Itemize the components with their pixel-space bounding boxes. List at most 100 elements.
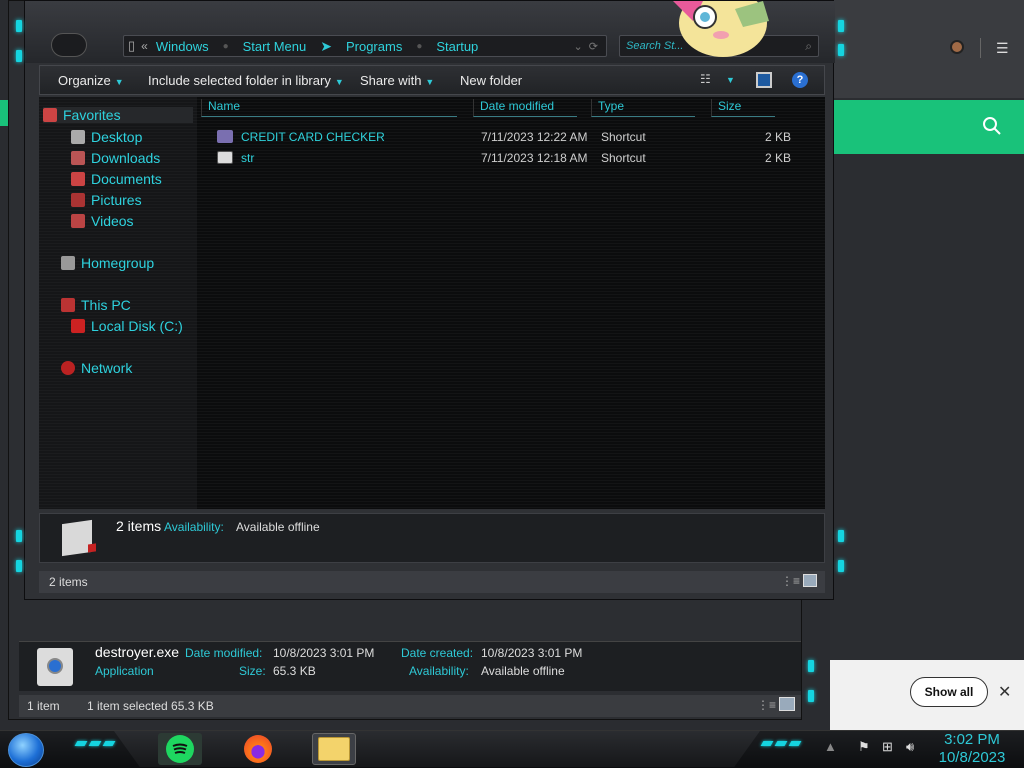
- details-view-icon[interactable]: ⋮≡: [757, 698, 776, 712]
- taskbar-lights: [760, 741, 802, 746]
- taskbar-band: [114, 731, 760, 767]
- application-file-icon: [37, 648, 73, 686]
- large-icons-view-icon[interactable]: [779, 697, 795, 711]
- details-pane: 2 items Availability: Available offline: [39, 513, 825, 563]
- preview-pane-icon[interactable]: [756, 72, 772, 88]
- breadcrumb-programs[interactable]: Programs: [346, 39, 402, 54]
- frame-light: [808, 690, 814, 702]
- network-icon[interactable]: ⊞: [882, 739, 893, 755]
- show-hidden-icons-icon[interactable]: ▲: [824, 739, 837, 754]
- status-item-count: 1 item: [27, 699, 60, 713]
- nav-homegroup[interactable]: Homegroup: [61, 255, 154, 271]
- frame-light: [16, 20, 22, 32]
- volume-icon[interactable]: 🔊︎: [906, 739, 914, 755]
- nav-pictures[interactable]: Pictures: [71, 192, 142, 208]
- organize-button[interactable]: Organize ▼: [58, 73, 124, 88]
- frame-light: [838, 20, 844, 32]
- documents-icon: [71, 172, 85, 186]
- navigation-pane: Favorites Desktop Downloads Documents Pi…: [39, 97, 197, 509]
- file-date: 7/11/2023 12:22 AM: [481, 130, 588, 144]
- status-bar: 2 items ⋮≡: [39, 571, 825, 593]
- explorer-content: Favorites Desktop Downloads Documents Pi…: [39, 97, 825, 509]
- system-clock[interactable]: 3:02 PM 10/8/2023: [930, 731, 1014, 767]
- help-icon[interactable]: ?: [792, 72, 808, 88]
- explorer-window: ▯ « Windows ● Start Menu ➤ Programs ● St…: [24, 0, 835, 600]
- nav-downloads[interactable]: Downloads: [71, 150, 160, 166]
- nav-videos[interactable]: Videos: [71, 213, 134, 229]
- column-name[interactable]: Name: [201, 99, 457, 117]
- file-type: Shortcut: [601, 130, 646, 144]
- folder-icon: [318, 737, 350, 761]
- column-size[interactable]: Size: [711, 99, 775, 117]
- large-icons-view-icon[interactable]: [803, 574, 817, 587]
- file-size: 2 KB: [765, 151, 792, 165]
- frame-light: [838, 44, 844, 56]
- size-value: 65.3 KB: [273, 664, 316, 678]
- file-name: str: [241, 151, 255, 165]
- frame-light: [838, 560, 844, 572]
- nav-documents[interactable]: Documents: [71, 171, 162, 187]
- column-type[interactable]: Type: [591, 99, 695, 117]
- clock-time: 3:02 PM: [944, 731, 1000, 748]
- date-modified-value: 10/8/2023 3:01 PM: [273, 646, 375, 660]
- browser-toolbar: [830, 0, 1024, 98]
- profile-avatar[interactable]: [950, 40, 964, 54]
- spotify-taskbar-button[interactable]: [158, 733, 202, 765]
- close-download-bar-icon[interactable]: ✕: [998, 682, 1011, 702]
- spotify-icon: [166, 735, 194, 763]
- new-folder-button[interactable]: New folder: [460, 73, 522, 88]
- network-icon: [61, 361, 75, 375]
- file-row[interactable]: CREDIT CARD CHECKER 7/11/2023 12:22 AM S…: [201, 127, 825, 147]
- availability-label: Availability:: [409, 664, 469, 678]
- view-dropdown-icon[interactable]: ▼: [726, 75, 742, 91]
- nav-this-pc[interactable]: This PC: [61, 297, 131, 313]
- character-sticker-image: [673, 1, 769, 57]
- availability-value: Available offline: [481, 664, 565, 678]
- menu-icon[interactable]: ☰: [996, 40, 1009, 57]
- column-date-modified[interactable]: Date modified: [473, 99, 577, 117]
- search-icon[interactable]: [982, 116, 1004, 138]
- toolbar-divider: [980, 38, 981, 58]
- show-all-button[interactable]: Show all: [910, 677, 988, 707]
- share-with-button[interactable]: Share with ▼: [360, 73, 434, 88]
- drive-icon: [71, 319, 85, 333]
- date-created-value: 10/8/2023 3:01 PM: [481, 646, 583, 660]
- folder-preview-icon: [62, 519, 96, 557]
- nav-desktop[interactable]: Desktop: [71, 129, 142, 145]
- back-forward-icon[interactable]: [51, 33, 87, 57]
- file-name: CREDIT CARD CHECKER: [241, 130, 385, 144]
- nav-local-disk[interactable]: Local Disk (C:): [71, 318, 183, 334]
- action-center-flag-icon[interactable]: ⚑: [858, 739, 870, 755]
- file-row[interactable]: str 7/11/2023 12:18 AM Shortcut 2 KB: [201, 148, 825, 168]
- star-icon: [43, 108, 57, 122]
- breadcrumb-separator-icon: ●: [416, 40, 423, 52]
- frame-light: [16, 560, 22, 572]
- start-button[interactable]: [8, 733, 44, 767]
- taskbar-lights: [74, 741, 116, 746]
- include-in-library-button[interactable]: Include selected folder in library ▼: [148, 73, 344, 88]
- pictures-icon: [71, 193, 85, 207]
- back-details-pane: destroyer.exe Application Date modified:…: [19, 641, 801, 691]
- address-dropdown-icon[interactable]: ⌄ ⟳: [573, 40, 598, 53]
- details-view-icon[interactable]: ⋮≡: [781, 574, 800, 588]
- breadcrumb-start-menu[interactable]: Start Menu: [243, 39, 307, 54]
- search-icon[interactable]: ⌕: [805, 39, 812, 54]
- firefox-taskbar-button[interactable]: [236, 733, 280, 765]
- details-item-count: 2 items: [116, 518, 162, 534]
- breadcrumb-windows[interactable]: Windows: [156, 39, 209, 54]
- change-view-icon[interactable]: ☷: [700, 72, 716, 88]
- command-bar: Organize ▼ Include selected folder in lib…: [39, 65, 825, 95]
- date-modified-label: Date modified:: [185, 646, 263, 660]
- shortcut-icon: [217, 130, 233, 143]
- breadcrumb-startup[interactable]: Startup: [436, 39, 478, 54]
- nav-network[interactable]: Network: [61, 360, 132, 376]
- back-status-bar: 1 item 1 item selected 65.3 KB ⋮≡: [19, 695, 801, 717]
- address-bar[interactable]: ▯ « Windows ● Start Menu ➤ Programs ● St…: [123, 35, 607, 57]
- breadcrumb-back[interactable]: «: [141, 39, 148, 53]
- nav-favorites[interactable]: Favorites: [43, 107, 193, 123]
- file-date: 7/11/2023 12:18 AM: [481, 151, 588, 165]
- status-selection: 1 item selected 65.3 KB: [87, 699, 214, 713]
- file-explorer-taskbar-button[interactable]: [312, 733, 356, 765]
- details-availability-value: Available offline: [236, 520, 320, 534]
- videos-icon: [71, 214, 85, 228]
